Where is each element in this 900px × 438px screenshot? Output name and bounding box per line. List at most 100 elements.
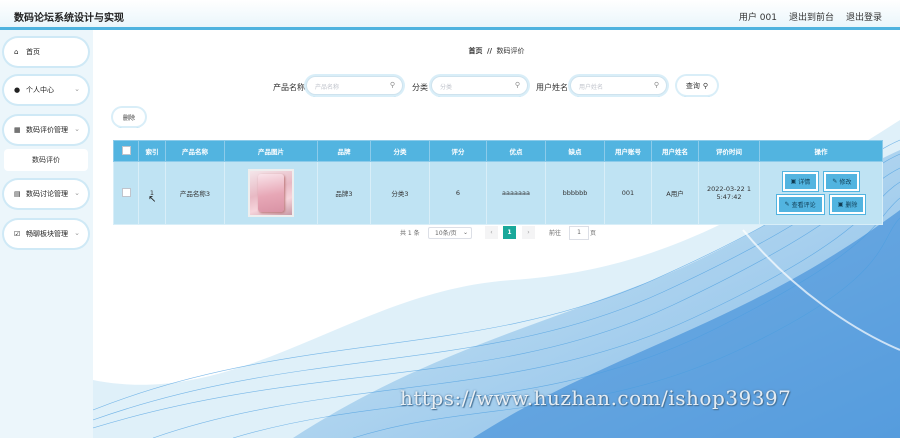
table-header-row: 索引 产品名称 产品图片 品牌 分类 评分 优点 缺点 用户账号 用户姓名 评价… xyxy=(113,140,883,162)
trash-icon: ▣ xyxy=(837,201,844,208)
cell-score: 6 xyxy=(429,161,487,225)
chevron-down-icon: ⌄ xyxy=(74,189,80,197)
product-name-label: 产品名称 xyxy=(273,83,305,92)
chevron-down-icon: ⌄ xyxy=(74,229,80,237)
cell-index: 1 xyxy=(138,161,166,225)
column-header: 品牌 xyxy=(317,140,371,162)
grid-icon: ▦ xyxy=(14,126,21,134)
breadcrumb-home[interactable]: 首页 xyxy=(468,47,482,55)
goto-label: 前往 xyxy=(549,230,562,237)
current-user[interactable]: 用户 001 xyxy=(739,10,777,23)
sidebar-subitem-label: 数码评价 xyxy=(32,156,60,164)
pagination: 共 1 条 10条/页 ⌄ ‹ 1 › 前往 1 页 xyxy=(93,225,900,240)
back-to-front-link[interactable]: 退出到前台 xyxy=(789,10,834,23)
home-icon: ⌂ xyxy=(14,48,19,56)
search-icon: ⚲ xyxy=(653,81,659,89)
column-header: 优点 xyxy=(486,140,546,162)
breadcrumb-current: 数码评价 xyxy=(496,47,525,55)
top-bar: 数码论坛系统设计与实现 用户 001 退出到前台 退出登录 xyxy=(0,0,900,30)
goto-page-input[interactable]: 1 xyxy=(569,225,589,240)
watermark-text: https://www.huzhan.com/ishop39397 xyxy=(400,386,792,410)
row-checkbox[interactable] xyxy=(121,187,131,197)
search-icon: ⚲ xyxy=(702,81,709,90)
select-all-checkbox[interactable] xyxy=(121,145,131,155)
query-button[interactable]: 查询 ⚲ xyxy=(677,76,717,95)
sidebar-item-discussion-mgmt[interactable]: ▤ 数码讨论管理 ⌄ xyxy=(4,180,88,208)
edit-icon: ✎ xyxy=(784,201,790,208)
column-header: 索引 xyxy=(138,140,166,162)
column-header: 用户姓名 xyxy=(651,140,699,162)
page-size-select[interactable]: 10条/页 ⌄ xyxy=(428,226,472,239)
app-title: 数码论坛系统设计与实现 xyxy=(14,13,124,24)
delete-button[interactable]: ▣ 删除 xyxy=(829,195,866,214)
goto-page-value: 1 xyxy=(569,225,589,240)
breadcrumb-separator: // xyxy=(486,47,493,55)
sidebar-item-profile[interactable]: ● 个人中心 ⌄ xyxy=(4,76,88,104)
checkbox-icon: ☑ xyxy=(14,230,21,238)
search-icon: ⚲ xyxy=(389,81,395,89)
sidebar-item-label: 数码讨论管理 xyxy=(26,190,68,198)
column-header: 分类 xyxy=(370,140,430,162)
column-header: 产品图片 xyxy=(224,140,318,162)
pagination-total: 共 1 条 xyxy=(400,230,420,237)
edit-label: 修改 xyxy=(839,179,852,186)
edit-icon: ✎ xyxy=(832,178,838,185)
sidebar-item-label: 畅聊板块管理 xyxy=(26,230,68,238)
column-header: 操作 xyxy=(759,140,883,162)
breadcrumb: 首页 // 数码评价 xyxy=(93,46,900,56)
detail-button[interactable]: ▣ 详情 xyxy=(782,172,819,191)
username-label: 用户姓名 xyxy=(536,83,568,92)
list-icon: ▤ xyxy=(14,190,21,198)
cell-actions: ▣ 详情 ✎ 修改 ✎ 查看评论 ▣ 删除 xyxy=(759,161,883,225)
search-icon: ⚲ xyxy=(514,81,520,89)
cell-pros: aaaaaaa xyxy=(486,161,546,225)
column-header: 评价时间 xyxy=(698,140,760,162)
view-comments-label: 查看评论 xyxy=(791,202,816,209)
category-placeholder: 分类 xyxy=(440,84,453,91)
cell-review-time: 2022-03-22 1 5:47:42 xyxy=(698,161,760,225)
column-header: 缺点 xyxy=(545,140,605,162)
cell-brand: 品牌3 xyxy=(317,161,371,225)
cell-account: 001 xyxy=(604,161,652,225)
sidebar-item-label: 数码评价管理 xyxy=(26,126,68,134)
sidebar-subitem-review[interactable]: 数码评价 xyxy=(4,149,88,171)
detail-icon: ▣ xyxy=(790,178,797,185)
sidebar: ⌂ 首页 ● 个人中心 ⌄ ▦ 数码评价管理 ⌄ 数码评价 ▤ 数码讨论管理 ⌄… xyxy=(0,30,93,438)
review-time-line2: 5:47:42 xyxy=(716,193,742,201)
category-input[interactable]: 分类 ⚲ xyxy=(431,76,528,95)
row-select-cell xyxy=(113,161,139,225)
column-header: 产品名称 xyxy=(165,140,225,162)
review-table: 索引 产品名称 产品图片 品牌 分类 评分 优点 缺点 用户账号 用户姓名 评价… xyxy=(113,140,883,225)
chevron-down-icon: ⌄ xyxy=(462,229,468,236)
main-content: 首页 // 数码评价 产品名称 产品名称 ⚲ 分类 分类 ⚲ 用户姓名 用户姓名… xyxy=(93,30,900,438)
column-header: 用户账号 xyxy=(604,140,652,162)
header-actions: 用户 001 退出到前台 退出登录 xyxy=(739,10,882,23)
product-name-input[interactable]: 产品名称 ⚲ xyxy=(306,76,403,95)
query-button-label: 查询 xyxy=(685,81,700,90)
edit-button[interactable]: ✎ 修改 xyxy=(824,172,860,191)
cell-product-name: 产品名称3 xyxy=(165,161,225,225)
sidebar-item-label: 个人中心 xyxy=(26,86,54,94)
prev-page-button[interactable]: ‹ xyxy=(485,226,498,239)
next-page-button[interactable]: › xyxy=(522,226,535,239)
sidebar-item-home[interactable]: ⌂ 首页 xyxy=(4,38,88,66)
review-time-line1: 2022-03-22 1 xyxy=(707,185,751,193)
page-number-current[interactable]: 1 xyxy=(503,226,516,239)
logout-link[interactable]: 退出登录 xyxy=(846,10,882,23)
username-input[interactable]: 用户姓名 ⚲ xyxy=(570,76,667,95)
mouse-cursor-icon: ↖ xyxy=(148,194,157,205)
product-thumbnail[interactable] xyxy=(248,169,294,217)
cell-cons: bbbbbb xyxy=(545,161,605,225)
delete-label: 删除 xyxy=(845,202,858,209)
category-label: 分类 xyxy=(412,83,428,92)
username-placeholder: 用户姓名 xyxy=(579,84,604,91)
batch-delete-button[interactable]: 删除 xyxy=(113,108,145,126)
cell-category: 分类3 xyxy=(370,161,430,225)
cell-username: A用户 xyxy=(651,161,699,225)
sidebar-item-review-mgmt[interactable]: ▦ 数码评价管理 ⌄ xyxy=(4,116,88,144)
detail-label: 详情 xyxy=(798,179,811,186)
sidebar-item-chat-mgmt[interactable]: ☑ 畅聊板块管理 ⌄ xyxy=(4,220,88,248)
view-comments-button[interactable]: ✎ 查看评论 xyxy=(776,195,824,214)
search-bar: 产品名称 产品名称 ⚲ 分类 分类 ⚲ 用户姓名 用户姓名 ⚲ 查询 ⚲ xyxy=(93,76,900,98)
table-row: 1 产品名称3 品牌3 分类3 6 aaaaaaa bbbbbb 001 A用户… xyxy=(113,161,883,225)
